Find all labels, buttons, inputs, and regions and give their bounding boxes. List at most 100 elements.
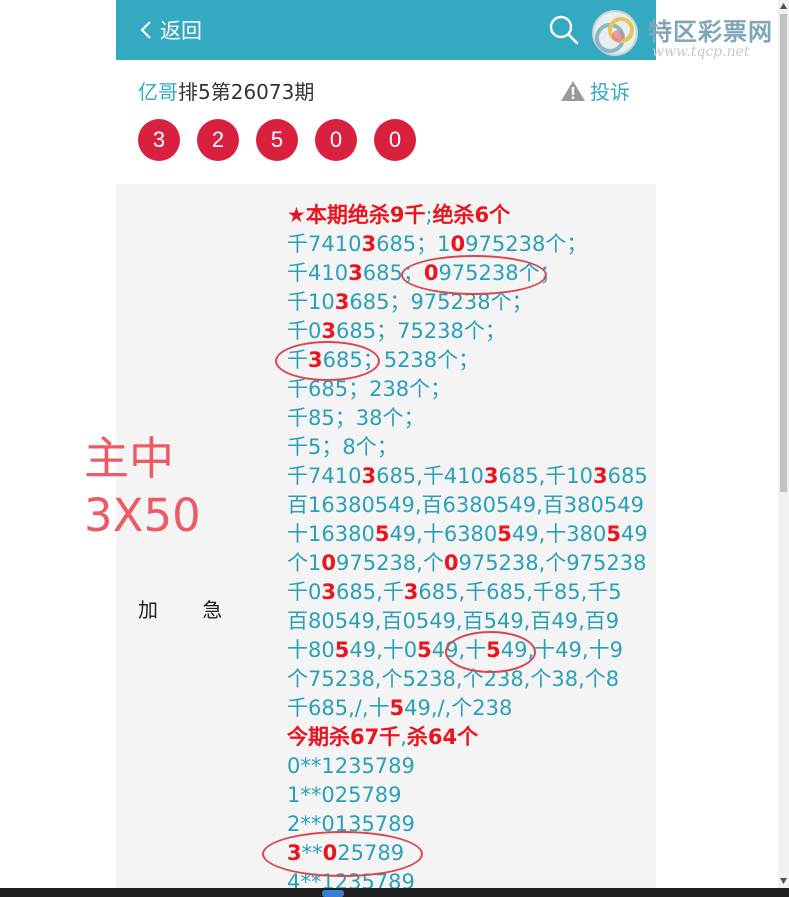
post-line: 百80549,百0549,百549,百49,百9 xyxy=(287,607,648,636)
post-segment: 3 xyxy=(361,232,377,256)
result-ball: 0 xyxy=(374,119,416,161)
site-logo-icon xyxy=(592,10,638,56)
post-segment: 今期杀67千 xyxy=(287,725,401,749)
post-segment: 绝杀6个 xyxy=(432,203,511,227)
post-segment: 千5；8个； xyxy=(287,435,398,459)
highlight-circle xyxy=(275,341,380,381)
taskbar-indicator xyxy=(322,890,344,897)
post-segment: 个75238,个5238,个238,个38,个8 xyxy=(287,667,620,691)
top-bar: 返回 xyxy=(116,0,656,60)
post-segment: 3 xyxy=(593,464,608,488)
post-segment: 百16380549,百6380549,百380549 xyxy=(287,493,644,517)
post-line: 十16380549,十6380549,十380549 xyxy=(287,520,648,549)
site-logo-text: 特区彩票网 xyxy=(648,18,773,46)
highlight-circle xyxy=(401,255,547,295)
big-hit-overlay: 主中 3X50 xyxy=(84,430,201,544)
taskbar-strip xyxy=(0,888,789,897)
post-line: 个10975238,个0975238,个975238 xyxy=(287,549,648,578)
post-segment: 5 xyxy=(334,638,350,662)
complain-label: 投诉 xyxy=(590,80,630,104)
site-logo-url: www.tqcp.net xyxy=(652,44,750,60)
chevron-left-icon xyxy=(140,21,151,39)
author-link[interactable]: 亿哥 xyxy=(138,80,178,104)
post-segment: 3 xyxy=(483,464,499,488)
post-segment: ★本期绝杀9千 xyxy=(287,203,426,227)
post-segment: 5 xyxy=(417,638,432,662)
post-segment: 千85；38个； xyxy=(287,406,425,430)
post-segment: 685；1 xyxy=(376,232,451,256)
post-segment: 十80 xyxy=(287,638,335,662)
big-hit-line1: 主中 xyxy=(84,432,175,485)
post-segment: 0 xyxy=(443,551,459,575)
post-segment: 975238,个 xyxy=(336,551,444,575)
post-segment: 685,千685,千85,千5 xyxy=(418,580,622,604)
post-line: 千03685,千3685,千685,千85,千5 xyxy=(287,578,648,607)
post-segment: 千410 xyxy=(287,261,349,285)
post-line: 今期杀67千,杀64个 xyxy=(287,723,648,752)
post-line: 千5；8个； xyxy=(287,433,648,462)
post-segment: 975238,个975238 xyxy=(458,551,647,575)
post-segment: 3 xyxy=(321,319,336,343)
post-segment: 千7410 xyxy=(287,232,362,256)
issue-title: 排5第26073期 xyxy=(178,80,315,104)
post-segment: 千685,/,十 xyxy=(287,696,390,720)
post-segment: 5 xyxy=(374,522,390,546)
post-segment: 个1 xyxy=(287,551,322,575)
post-segment: 49,十380 xyxy=(511,522,607,546)
post-line: ★本期绝杀9千;绝杀6个 xyxy=(287,201,648,230)
highlight-circle xyxy=(445,631,536,673)
post-title: 亿哥排5第26073期 xyxy=(138,76,314,105)
post-segment: 十16380 xyxy=(287,522,375,546)
result-ball: 2 xyxy=(197,119,239,161)
post-segment: 5 xyxy=(497,522,512,546)
post-segment: 685,千 xyxy=(336,580,404,604)
back-button[interactable]: 返回 xyxy=(138,14,202,46)
post-segment: 685,千410 xyxy=(376,464,484,488)
post-line: 0**1235789 xyxy=(287,752,648,781)
post-segment: 3 xyxy=(348,261,363,285)
result-balls: 3 2 5 0 0 xyxy=(138,119,416,161)
post-segment: 千0 xyxy=(287,319,322,343)
post-segment: 3 xyxy=(403,580,419,604)
big-hit-line2: 3X50 xyxy=(84,489,201,542)
post-segment: 千0 xyxy=(287,580,322,604)
post-segment: , xyxy=(400,725,407,749)
scrollbar-thumb[interactable] xyxy=(780,14,787,492)
post-segment: 杀64个 xyxy=(406,725,479,749)
post-segment: 千10 xyxy=(287,290,335,314)
post-segment: 49,十6380 xyxy=(389,522,498,546)
result-ball: 5 xyxy=(256,119,298,161)
post-line: 百16380549,百6380549,百380549 xyxy=(287,491,648,520)
post-segment: 5 xyxy=(606,522,622,546)
post-segment: 685,千10 xyxy=(498,464,594,488)
post-segment: 49,十0 xyxy=(349,638,418,662)
back-label: 返回 xyxy=(160,19,202,43)
post-segment: 千7410 xyxy=(287,464,362,488)
post-segment: 685 xyxy=(607,464,648,488)
post-segment: 1**025789 xyxy=(287,783,402,807)
post-segment: 975238个； xyxy=(465,232,588,256)
search-icon[interactable] xyxy=(548,14,580,46)
post-segment: 49,/,个238 xyxy=(404,696,513,720)
post-line: 1**025789 xyxy=(287,781,648,810)
post-segment: ; xyxy=(425,203,433,227)
vertical-scrollbar[interactable] xyxy=(778,0,789,888)
post-body: ★本期绝杀9千;绝杀6个 千74103685；10975238个； 千4103685… xyxy=(287,201,648,897)
post-segment: 千685；238个； xyxy=(287,377,452,401)
post-segment: 685；75238个； xyxy=(336,319,506,343)
post-line: 千685,/,十549,/,个238 xyxy=(287,694,648,723)
scroll-up-arrow-icon[interactable] xyxy=(779,2,788,10)
post-segment: 3 xyxy=(321,580,336,604)
post-line: 千85；38个； xyxy=(287,404,648,433)
urgent-label: 加 急 xyxy=(138,598,225,622)
complain-button[interactable]: 投诉 xyxy=(560,76,630,105)
post-segment: 0 xyxy=(450,232,466,256)
post-segment: 0 xyxy=(321,551,336,575)
result-ball: 0 xyxy=(315,119,357,161)
result-ball: 3 xyxy=(138,119,180,161)
warning-icon xyxy=(561,80,585,101)
scroll-down-arrow-icon[interactable] xyxy=(779,877,788,885)
post-segment: 0**1235789 xyxy=(287,754,415,778)
post-line: 千74103685,千4103685,千103685 xyxy=(287,462,648,491)
post-segment: 3 xyxy=(334,290,350,314)
